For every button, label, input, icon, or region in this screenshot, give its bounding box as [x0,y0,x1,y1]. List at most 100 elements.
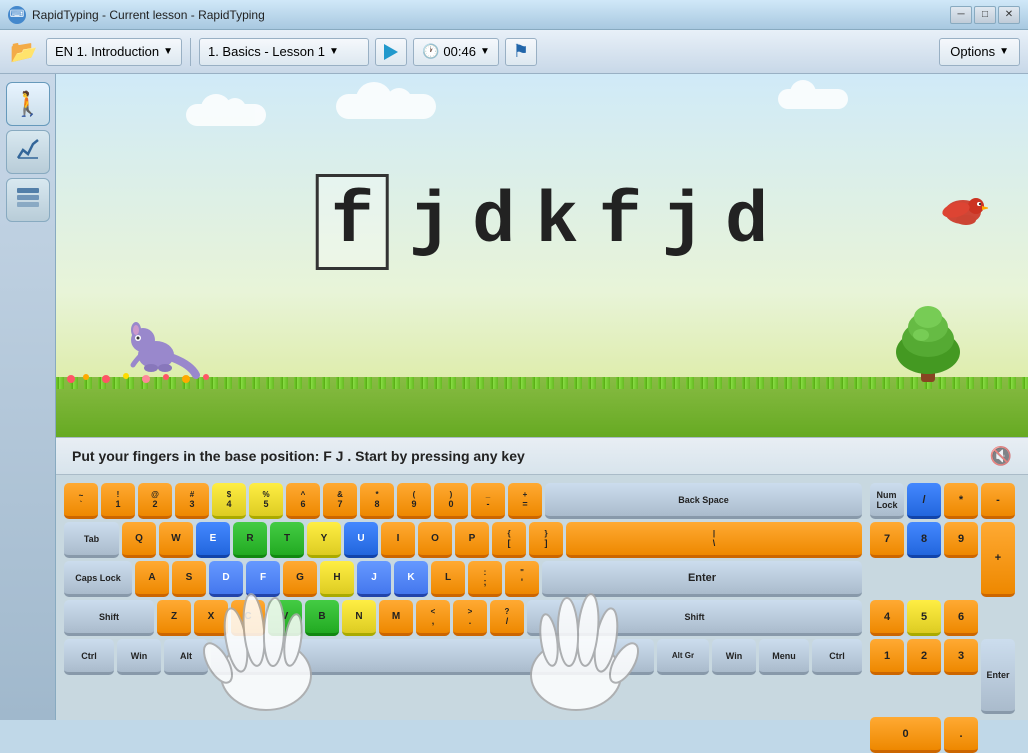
numpad-divide[interactable]: / [907,483,941,519]
key-7[interactable]: &7 [323,483,357,519]
numpad-7[interactable]: 7 [870,522,904,558]
numpad-multiply[interactable]: * [944,483,978,519]
sidebar: 🚶 [0,74,56,720]
timer-dropdown[interactable]: 🕐 00:46 ▼ [413,38,499,66]
numpad-numlock[interactable]: NumLock [870,483,904,519]
key-alt-l[interactable]: Alt [164,639,208,675]
numpad-5[interactable]: 5 [907,600,941,636]
key-comma[interactable]: <, [416,600,450,636]
key-alt-gr[interactable]: Alt Gr [657,639,709,675]
key-enter[interactable]: Enter [542,561,862,597]
key-h[interactable]: H [320,561,354,597]
key-i[interactable]: I [381,522,415,558]
flowers [56,369,256,389]
numpad-minus[interactable]: - [981,483,1015,519]
key-3[interactable]: #3 [175,483,209,519]
key-equals[interactable]: += [508,483,542,519]
numpad-6[interactable]: 6 [944,600,978,636]
key-ctrl-r[interactable]: Ctrl [812,639,862,675]
numpad-row-3: 4 5 6 [870,600,1020,636]
key-q[interactable]: Q [122,522,156,558]
maximize-button[interactable]: □ [974,6,996,24]
key-d[interactable]: D [209,561,243,597]
key-t[interactable]: T [270,522,304,558]
current-char: f [316,174,389,270]
key-p[interactable]: P [455,522,489,558]
key-a[interactable]: A [135,561,169,597]
numpad-0[interactable]: 0 [870,717,941,753]
key-tab[interactable]: Tab [64,522,119,558]
course-dropdown[interactable]: EN 1. Introduction ▼ [46,38,182,66]
numpad-9[interactable]: 9 [944,522,978,558]
key-l[interactable]: L [431,561,465,597]
key-s[interactable]: S [172,561,206,597]
key-z[interactable]: Z [157,600,191,636]
key-4[interactable]: $4 [212,483,246,519]
key-shift-r[interactable]: Shift [527,600,862,636]
key-backslash[interactable]: |\ [566,522,862,558]
key-8[interactable]: *8 [360,483,394,519]
key-u[interactable]: U [344,522,378,558]
status-message: Put your fingers in the base position: F… [72,448,525,464]
key-period[interactable]: >. [453,600,487,636]
key-menu[interactable]: Menu [759,639,809,675]
close-button[interactable]: ✕ [998,6,1020,24]
numpad-1[interactable]: 1 [870,639,904,675]
play-button[interactable] [375,38,407,66]
key-x[interactable]: X [194,600,228,636]
key-v[interactable]: V [268,600,302,636]
key-minus[interactable]: _- [471,483,505,519]
key-shift-l[interactable]: Shift [64,600,154,636]
numpad-8[interactable]: 8 [907,522,941,558]
key-k[interactable]: K [394,561,428,597]
key-o[interactable]: O [418,522,452,558]
key-6[interactable]: ^6 [286,483,320,519]
flag-button[interactable]: ⚑ [505,38,537,66]
typing-text: f j d k f j d [316,174,769,270]
key-semicolon[interactable]: :; [468,561,502,597]
numpad-enter[interactable]: Enter [981,639,1015,714]
key-caps-lock[interactable]: Caps Lock [64,561,132,597]
key-2[interactable]: @2 [138,483,172,519]
key-j[interactable]: J [357,561,391,597]
numpad-3[interactable]: 3 [944,639,978,675]
key-0[interactable]: )0 [434,483,468,519]
numpad-plus[interactable]: + [981,522,1015,597]
key-backspace[interactable]: Back Space [545,483,862,519]
key-g[interactable]: G [283,561,317,597]
key-w[interactable]: W [159,522,193,558]
lesson-dropdown[interactable]: 1. Basics - Lesson 1 ▼ [199,38,369,66]
key-1[interactable]: !1 [101,483,135,519]
numpad-decimal[interactable]: . [944,717,978,753]
numpad-4[interactable]: 4 [870,600,904,636]
minimize-button[interactable]: ─ [950,6,972,24]
key-bracket-r[interactable]: }] [529,522,563,558]
key-f[interactable]: F [246,561,280,597]
key-space[interactable] [211,639,654,675]
sound-button[interactable]: 🔇 [990,446,1012,467]
key-bracket-l[interactable]: {[ [492,522,526,558]
key-e[interactable]: E [196,522,230,558]
key-ctrl-l[interactable]: Ctrl [64,639,114,675]
key-r[interactable]: R [233,522,267,558]
key-win-r[interactable]: Win [712,639,756,675]
sidebar-item-stats[interactable] [6,130,50,174]
key-b[interactable]: B [305,600,339,636]
chevron-down-icon-3: ▼ [480,46,490,57]
key-c[interactable]: C [231,600,265,636]
key-n[interactable]: N [342,600,376,636]
sidebar-item-lesson[interactable]: 🚶 [6,82,50,126]
sidebar-item-courses[interactable] [6,178,50,222]
numpad-2[interactable]: 2 [907,639,941,675]
key-backtick[interactable]: ~` [64,483,98,519]
course-label: EN 1. Introduction [55,44,159,59]
key-quote[interactable]: "' [505,561,539,597]
key-win-l[interactable]: Win [117,639,161,675]
key-5[interactable]: %5 [249,483,283,519]
options-button[interactable]: Options ▼ [939,38,1020,66]
key-slash[interactable]: ?/ [490,600,524,636]
cloud-2 [336,94,436,119]
key-y[interactable]: Y [307,522,341,558]
key-9[interactable]: (9 [397,483,431,519]
key-m[interactable]: M [379,600,413,636]
